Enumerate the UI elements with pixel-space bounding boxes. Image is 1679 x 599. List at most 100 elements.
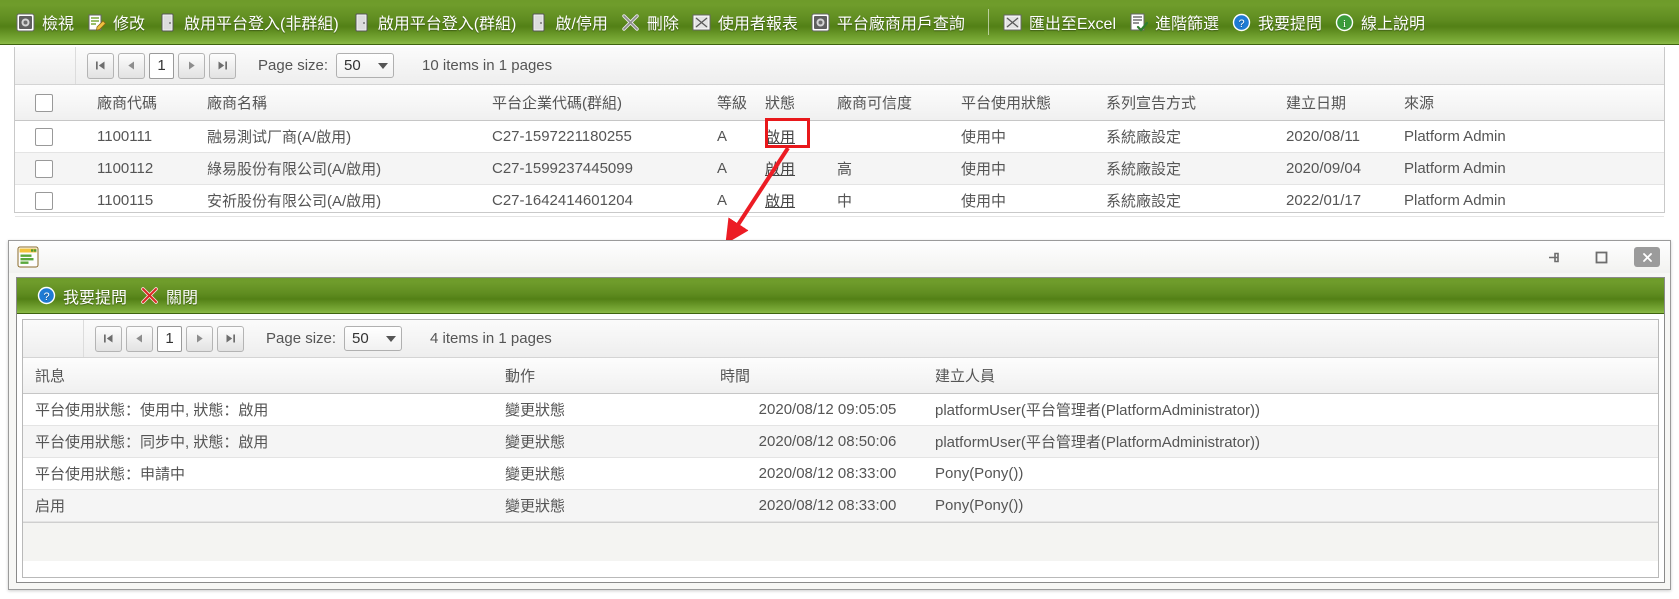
pager-page-input[interactable]: 1 — [149, 52, 174, 79]
cell-action: 變更狀態 — [505, 425, 720, 458]
header-select-all — [15, 85, 97, 121]
header-vendor-name[interactable]: 廠商名稱 — [207, 85, 492, 121]
page-size-select[interactable]: 50 — [344, 326, 403, 351]
table-row[interactable]: 1100112 綠易股份有限公司(A/啟用) C27-1599237445099… — [15, 152, 1664, 185]
prev-page-icon — [136, 334, 142, 343]
door-icon — [532, 13, 545, 31]
toolbar-button-advanced-filter[interactable]: 進階篩選 — [1127, 8, 1230, 36]
header-declaration[interactable]: 系列宣告方式 — [1106, 85, 1286, 121]
table-row[interactable]: 1100111 融易測试厂商(A/啟用) C27-1597221180255 A… — [15, 120, 1664, 153]
cell-status: 啟用 — [765, 184, 837, 217]
dialog-button-close[interactable]: 關閉 — [138, 282, 209, 310]
toolbar-button-enable-platform-login-group[interactable]: 啟用平台登入(群組) — [350, 8, 528, 36]
table-header-row: 訊息 動作 時間 建立人員 — [23, 358, 1658, 394]
select-all-checkbox[interactable] — [35, 93, 53, 112]
pager-count-text: 4 items in 1 pages — [430, 330, 552, 347]
row-checkbox[interactable] — [35, 127, 53, 146]
pin-icon[interactable] — [1542, 247, 1568, 267]
cell-vendor-name: 綠易股份有限公司(A/啟用) — [207, 152, 492, 185]
pager-page-input[interactable]: 1 — [157, 325, 182, 352]
chevron-down-icon — [378, 62, 389, 69]
toolbar-button-view[interactable]: 檢視 — [14, 8, 85, 36]
cell-vendor-name: 安祈股份有限公司(A/啟用) — [207, 184, 492, 217]
table-row[interactable]: 启用 變更狀態 2020/08/12 08:33:00 Pony(Pony()) — [23, 489, 1658, 522]
toolbar-button-user-report[interactable]: 使用者報表 — [690, 8, 809, 36]
row-checkbox-cell — [15, 120, 97, 153]
cell-vendor-name: 融易測试厂商(A/啟用) — [207, 120, 492, 153]
info-icon: i — [1335, 13, 1354, 31]
page-size-label: Page size: — [258, 57, 329, 74]
table-row[interactable]: 平台使用狀態：同步中, 狀態：啟用 變更狀態 2020/08/12 08:50:… — [23, 425, 1658, 458]
cell-time: 2020/08/12 08:33:00 — [720, 457, 935, 490]
header-source[interactable]: 來源 — [1404, 85, 1664, 121]
pager-next-button[interactable] — [178, 52, 205, 79]
table-row[interactable]: 1100115 安祈股份有限公司(A/啟用) C27-1642414601204… — [15, 184, 1664, 217]
toolbar-button-enable-platform-login-nongroup[interactable]: 啟用平台登入(非群組) — [156, 8, 350, 36]
header-creator[interactable]: 建立人員 — [935, 358, 1658, 394]
dialog-button-ask-question[interactable]: ? 我要提問 — [35, 282, 138, 310]
cell-action: 變更狀態 — [505, 457, 720, 490]
toolbar-label: 平台廠商用戶查詢 — [836, 16, 965, 33]
header-enterprise-code[interactable]: 平台企業代碼(群組) — [492, 85, 717, 121]
view-icon — [16, 13, 35, 31]
edit-icon — [88, 14, 107, 31]
toolbar-button-edit[interactable]: 修改 — [85, 8, 156, 36]
cell-level: A — [717, 120, 765, 153]
cell-trust — [837, 120, 961, 153]
pager-next-button[interactable] — [186, 325, 213, 352]
toolbar-label: 修改 — [113, 16, 146, 33]
close-icon[interactable] — [1634, 247, 1660, 267]
pager-last-button[interactable] — [209, 52, 236, 79]
toolbar-button-ask-question[interactable]: ? 我要提問 — [1230, 8, 1333, 36]
vendor-table: 廠商代碼 廠商名稱 平台企業代碼(群組) 等級 狀態 廠商可信度 平台使用狀態 … — [15, 85, 1664, 217]
status-link[interactable]: 啟用 — [765, 193, 795, 210]
toolbar-button-export-excel[interactable]: 匯出至Excel — [1001, 8, 1127, 36]
cell-enterprise-code: C27-1597221180255 — [492, 120, 717, 153]
cell-creator: Pony(Pony()) — [935, 457, 1658, 490]
toolbar-button-delete[interactable]: 刪除 — [619, 8, 690, 36]
status-link[interactable]: 啟用 — [765, 129, 795, 146]
header-vendor-code[interactable]: 廠商代碼 — [97, 85, 207, 121]
application-window: 檢視 修改 啟用平台登入(非群組) 啟用平台登入(群組) 啟/停用 刪除 使用者… — [0, 0, 1679, 599]
last-page-icon — [218, 61, 227, 70]
dialog-window-buttons — [1542, 247, 1660, 267]
table-row[interactable]: 平台使用狀態：使用中, 狀態：啟用 變更狀態 2020/08/12 09:05:… — [23, 393, 1658, 426]
header-message[interactable]: 訊息 — [23, 358, 505, 394]
pager-last-button[interactable] — [217, 325, 244, 352]
header-trust[interactable]: 廠商可信度 — [837, 85, 961, 121]
table-row[interactable]: 平台使用狀態：申請中 變更狀態 2020/08/12 08:33:00 Pony… — [23, 457, 1658, 490]
header-time[interactable]: 時間 — [720, 358, 935, 394]
excel-icon — [1003, 14, 1022, 30]
toolbar-label: 啟用平台登入(非群組) — [184, 16, 339, 33]
svg-text:?: ? — [43, 291, 49, 303]
row-checkbox[interactable] — [35, 191, 53, 210]
header-created-date[interactable]: 建立日期 — [1286, 85, 1404, 121]
page-size-select[interactable]: 50 — [336, 53, 395, 78]
header-level[interactable]: 等級 — [717, 85, 765, 121]
header-action[interactable]: 動作 — [505, 358, 720, 394]
cell-declaration: 系統廠設定 — [1106, 152, 1286, 185]
question-icon: ? — [37, 286, 56, 305]
status-link[interactable]: 啟用 — [765, 161, 795, 178]
pager-first-button[interactable] — [87, 52, 114, 79]
toolbar-button-enable-disable[interactable]: 啟/停用 — [527, 8, 618, 36]
last-page-icon — [226, 334, 235, 343]
pager-prev-button[interactable] — [126, 325, 153, 352]
cell-level: A — [717, 184, 765, 217]
toolbar-label: 啟用平台登入(群組) — [377, 16, 517, 33]
toolbar-label: 線上說明 — [1361, 16, 1426, 33]
page-size-value: 50 — [352, 330, 369, 347]
pager-prev-button[interactable] — [118, 52, 145, 79]
door-icon — [161, 13, 174, 31]
pager-first-button[interactable] — [95, 325, 122, 352]
header-platform-usage[interactable]: 平台使用狀態 — [961, 85, 1106, 121]
row-checkbox[interactable] — [35, 159, 53, 178]
maximize-icon[interactable] — [1588, 247, 1614, 267]
header-status[interactable]: 狀態 — [765, 85, 837, 121]
vendor-grid-panel: 1 Page size: 50 10 items in 1 pages 廠商代碼… — [14, 47, 1665, 217]
cell-declaration: 系統廠設定 — [1106, 184, 1286, 217]
toolbar-button-online-help[interactable]: i 線上說明 — [1333, 8, 1436, 36]
next-page-icon — [189, 61, 195, 70]
cell-source: Platform Admin — [1404, 152, 1664, 185]
toolbar-button-vendor-user-query[interactable]: 平台廠商用戶查詢 — [809, 8, 976, 36]
